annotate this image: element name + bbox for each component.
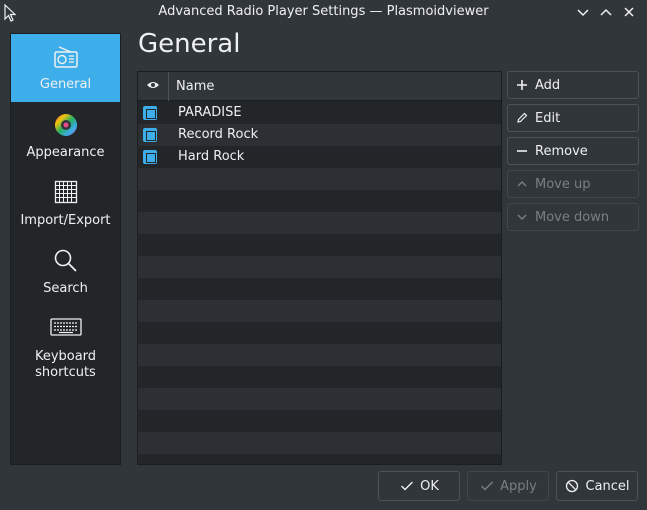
sidebar-item-appearance[interactable]: Appearance xyxy=(11,102,120,170)
move-up-button[interactable]: Move up xyxy=(507,170,639,198)
row-visible-checkbox[interactable] xyxy=(143,150,157,164)
visibility-column-header[interactable] xyxy=(138,72,169,101)
sidebar-item-import-export[interactable]: Import/Export xyxy=(11,170,120,238)
title-bar: Advanced Radio Player Settings — Plasmoi… xyxy=(0,0,647,24)
station-name: Hard Rock xyxy=(178,149,245,164)
empty-row xyxy=(138,410,501,432)
empty-row xyxy=(138,322,501,344)
table-row[interactable]: Record Rock xyxy=(138,124,501,146)
color-wheel-icon xyxy=(11,112,120,140)
checkmark-icon xyxy=(479,478,495,494)
row-visible-checkbox[interactable] xyxy=(143,128,157,142)
search-icon xyxy=(11,248,120,276)
maximize-button[interactable] xyxy=(598,4,614,20)
cancel-icon xyxy=(564,478,580,494)
grid-icon xyxy=(11,180,120,208)
sidebar-item-keyboard-shortcuts[interactable]: Keyboard shortcuts xyxy=(11,306,120,390)
empty-row xyxy=(138,234,501,256)
empty-row xyxy=(138,190,501,212)
sidebar-item-label: Import/Export xyxy=(20,213,111,228)
table-row[interactable]: PARADISE xyxy=(138,102,501,124)
add-button[interactable]: Add xyxy=(507,71,639,99)
chevron-down-icon xyxy=(514,209,530,225)
close-button[interactable] xyxy=(621,4,637,20)
empty-row xyxy=(138,366,501,388)
sidebar-item-label: Search xyxy=(43,281,88,296)
station-name: Record Rock xyxy=(178,127,259,142)
move-down-button[interactable]: Move down xyxy=(507,203,639,231)
radio-icon xyxy=(11,44,120,72)
settings-sidebar: General Appearance Import/Export Search … xyxy=(10,33,121,465)
empty-row xyxy=(138,212,501,234)
sidebar-item-search[interactable]: Search xyxy=(11,238,120,306)
chevron-up-icon xyxy=(514,176,530,192)
table-row[interactable]: Hard Rock xyxy=(138,146,501,168)
pencil-icon xyxy=(514,110,530,126)
empty-row xyxy=(138,300,501,322)
minus-icon xyxy=(514,143,530,159)
station-name: PARADISE xyxy=(178,105,242,120)
keyboard-icon xyxy=(11,316,120,344)
empty-row xyxy=(138,454,501,464)
cancel-button[interactable]: Cancel xyxy=(556,471,638,501)
empty-row xyxy=(138,344,501,366)
station-list[interactable]: Name PARADISE Record Rock Hard Rock xyxy=(137,71,502,465)
window-title: Advanced Radio Player Settings — Plasmoi… xyxy=(158,4,489,19)
plus-icon xyxy=(514,77,530,93)
empty-row xyxy=(138,168,501,190)
empty-row xyxy=(138,256,501,278)
checkmark-icon xyxy=(399,478,415,494)
empty-row xyxy=(138,278,501,300)
list-header: Name xyxy=(138,72,501,101)
minimize-button[interactable] xyxy=(575,4,591,20)
ok-button[interactable]: OK xyxy=(378,471,460,501)
sidebar-item-general[interactable]: General xyxy=(11,34,120,102)
empty-row xyxy=(138,432,501,454)
apply-button[interactable]: Apply xyxy=(467,471,549,501)
sidebar-item-label: General xyxy=(39,77,92,92)
page-title: General xyxy=(138,29,241,59)
sidebar-item-label: Keyboard shortcuts xyxy=(34,349,97,380)
eye-icon xyxy=(146,79,160,94)
name-column-header[interactable]: Name xyxy=(176,79,214,94)
row-visible-checkbox[interactable] xyxy=(143,106,157,120)
remove-button[interactable]: Remove xyxy=(507,137,639,165)
sidebar-item-label: Appearance xyxy=(26,145,105,160)
edit-button[interactable]: Edit xyxy=(507,104,639,132)
empty-row xyxy=(138,388,501,410)
